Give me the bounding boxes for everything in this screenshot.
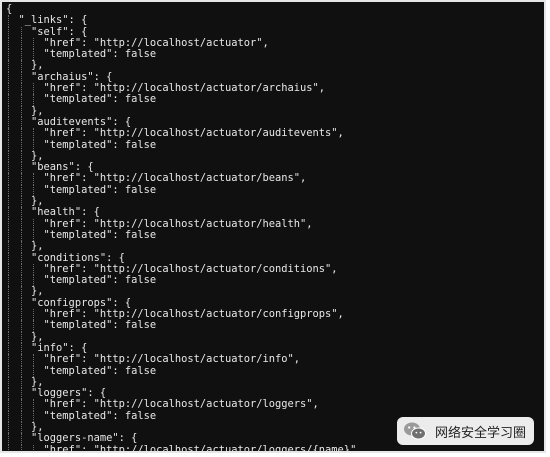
code-line-text: "href": "http://localhost/actuator/logge…: [6, 398, 319, 411]
code-line-text: {: [6, 3, 13, 15]
code-line-text: },: [6, 420, 44, 433]
code-line-text: "templated": false: [6, 228, 157, 241]
code-line-text: "href": "http://localhost/actuator/archa…: [6, 82, 326, 95]
code-line-text: "templated": false: [6, 138, 157, 151]
indent-guide: [33, 444, 35, 451]
code-line: "templated": false: [6, 138, 363, 151]
code-line-text: "href": "http://localhost/actuator/condi…: [6, 262, 338, 275]
code-line-text: "archaius": {: [6, 70, 113, 83]
code-line: "templated": false: [6, 319, 363, 332]
watermark: 网络安全学习圈: [396, 417, 534, 445]
code-line: "templated": false: [6, 228, 363, 242]
code-line-text: },: [6, 195, 44, 208]
indent-guide: [8, 444, 9, 451]
code-line-text: "href": "http://localhost/actuator/healt…: [6, 217, 313, 230]
code-line: "templated": false: [6, 274, 363, 287]
code-line-text: },: [6, 375, 44, 388]
code-line-text: },: [6, 104, 44, 117]
code-line-text: },: [6, 285, 44, 298]
code-line-text: "templated": false: [6, 48, 157, 61]
code-line-text: "self": {: [6, 25, 88, 38]
wechat-icon: [403, 422, 426, 440]
code-line-text: "conditions": {: [6, 251, 125, 264]
watermark-text: 网络安全学习圈: [434, 425, 526, 441]
code-line-text: "templated": false: [6, 364, 157, 377]
code-line-text: "templated": false: [6, 93, 157, 106]
code-line-text: "templated": false: [6, 183, 157, 196]
code-line-text: "templated": false: [6, 409, 157, 422]
json-code-block: { "_links": { "self": { "href": "http://…: [6, 3, 363, 453]
code-line-text: "href": "http://localhost/actuator/logge…: [6, 443, 363, 453]
code-line-text: },: [6, 240, 44, 253]
json-viewer: { "_links": { "self": { "href": "http://…: [0, 0, 546, 453]
code-line: "templated": false: [6, 93, 363, 106]
code-line-text: "href": "http://localhost/actuator/beans…: [6, 172, 307, 185]
code-line: "href": "http://localhost/actuator/logge…: [6, 443, 363, 453]
code-line-text: },: [6, 330, 44, 343]
code-line: "templated": false: [6, 364, 363, 377]
code-line-text: "beans": {: [6, 161, 94, 174]
code-line-text: "info": {: [6, 341, 88, 354]
code-line: "templated": false: [6, 48, 363, 61]
code-line-text: },: [6, 149, 44, 162]
code-line-text: "templated": false: [6, 319, 157, 332]
code-line-text: "href": "http://localhost/actuator/info"…: [6, 353, 301, 366]
code-line-text: "_links": {: [6, 14, 88, 27]
code-line-text: "configprops": {: [6, 296, 132, 309]
code-line-text: "href": "http://localhost/actuator/confi…: [6, 308, 344, 321]
code-line-text: "auditevents": {: [6, 115, 132, 128]
code-line-text: "templated": false: [6, 274, 157, 287]
indent-guide: [20, 444, 22, 451]
code-line-text: "href": "http://localhost/actuator",: [6, 36, 269, 49]
code-line: "templated": false: [6, 183, 363, 197]
code-line-text: "href": "http://localhost/actuator/audit…: [6, 127, 344, 140]
code-line-text: },: [6, 59, 44, 72]
code-line: "templated": false: [6, 409, 363, 422]
code-line-text: "loggers-name": {: [6, 432, 138, 445]
